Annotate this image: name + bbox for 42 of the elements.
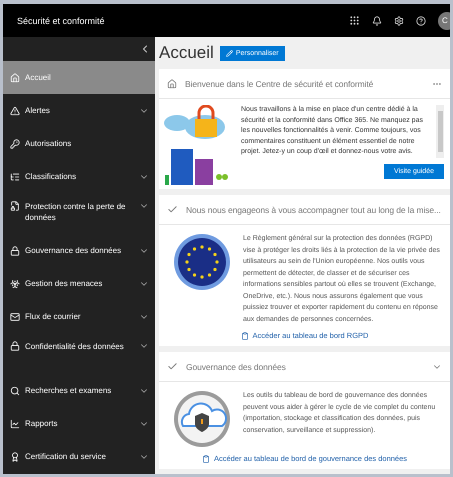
home-icon <box>10 72 20 82</box>
eu-flag-badge-drawing <box>173 233 231 291</box>
nav-item[interactable]: Confidentialité des données <box>3 333 155 374</box>
card-title: Nous nous engageons à vous accompagner tout au long de la mise... <box>186 204 442 214</box>
nav-item[interactable]: Gouvernance des données <box>3 234 155 267</box>
app-title: Sécurité et conformité <box>17 16 106 26</box>
nav-item[interactable]: Certification du service <box>3 440 155 473</box>
nav-item[interactable]: Autorisations <box>3 127 155 160</box>
lock-icon <box>10 246 20 256</box>
clipboard-icon <box>202 454 210 462</box>
nav-item[interactable]: Classifications <box>3 160 155 193</box>
nav-item[interactable]: Gestion des menaces <box>3 267 155 300</box>
nav-item[interactable]: Protection contre la perte de données <box>3 193 155 234</box>
clipboard-icon <box>240 332 249 340</box>
home-icon <box>167 78 177 88</box>
award-icon <box>10 452 20 462</box>
page-title: Accueil <box>159 43 214 63</box>
biohazard-icon <box>10 278 20 288</box>
nav-item[interactable]: Recherches et examens <box>3 374 155 407</box>
pencil-icon <box>226 50 233 56</box>
lock-icon <box>10 341 20 351</box>
nav-item[interactable]: Alertes <box>3 94 155 127</box>
key-icon <box>10 138 20 148</box>
mail-icon <box>10 312 20 322</box>
list-icon <box>10 172 20 182</box>
app-launcher-icon[interactable] <box>349 15 360 26</box>
nav-item[interactable]: Rapports <box>3 407 155 440</box>
user-avatar[interactable]: C <box>438 12 450 30</box>
card-title: Bienvenue dans le Centre de sécurité et conformité <box>185 78 374 88</box>
help-icon[interactable] <box>416 16 426 26</box>
nav-item[interactable]: Flux de courrier <box>3 300 155 333</box>
settings-icon[interactable] <box>394 16 404 26</box>
notification-icon[interactable] <box>372 16 382 26</box>
file-lock-icon <box>10 201 20 211</box>
search-icon <box>10 386 20 396</box>
card-title: Gouvernance des données <box>186 362 287 372</box>
warning-icon <box>10 106 20 116</box>
cloud-shield-drawing <box>173 390 231 448</box>
check-icon <box>167 361 178 372</box>
scrollbar[interactable] <box>436 105 444 158</box>
line-chart-icon <box>10 418 20 428</box>
check-icon <box>167 204 178 215</box>
